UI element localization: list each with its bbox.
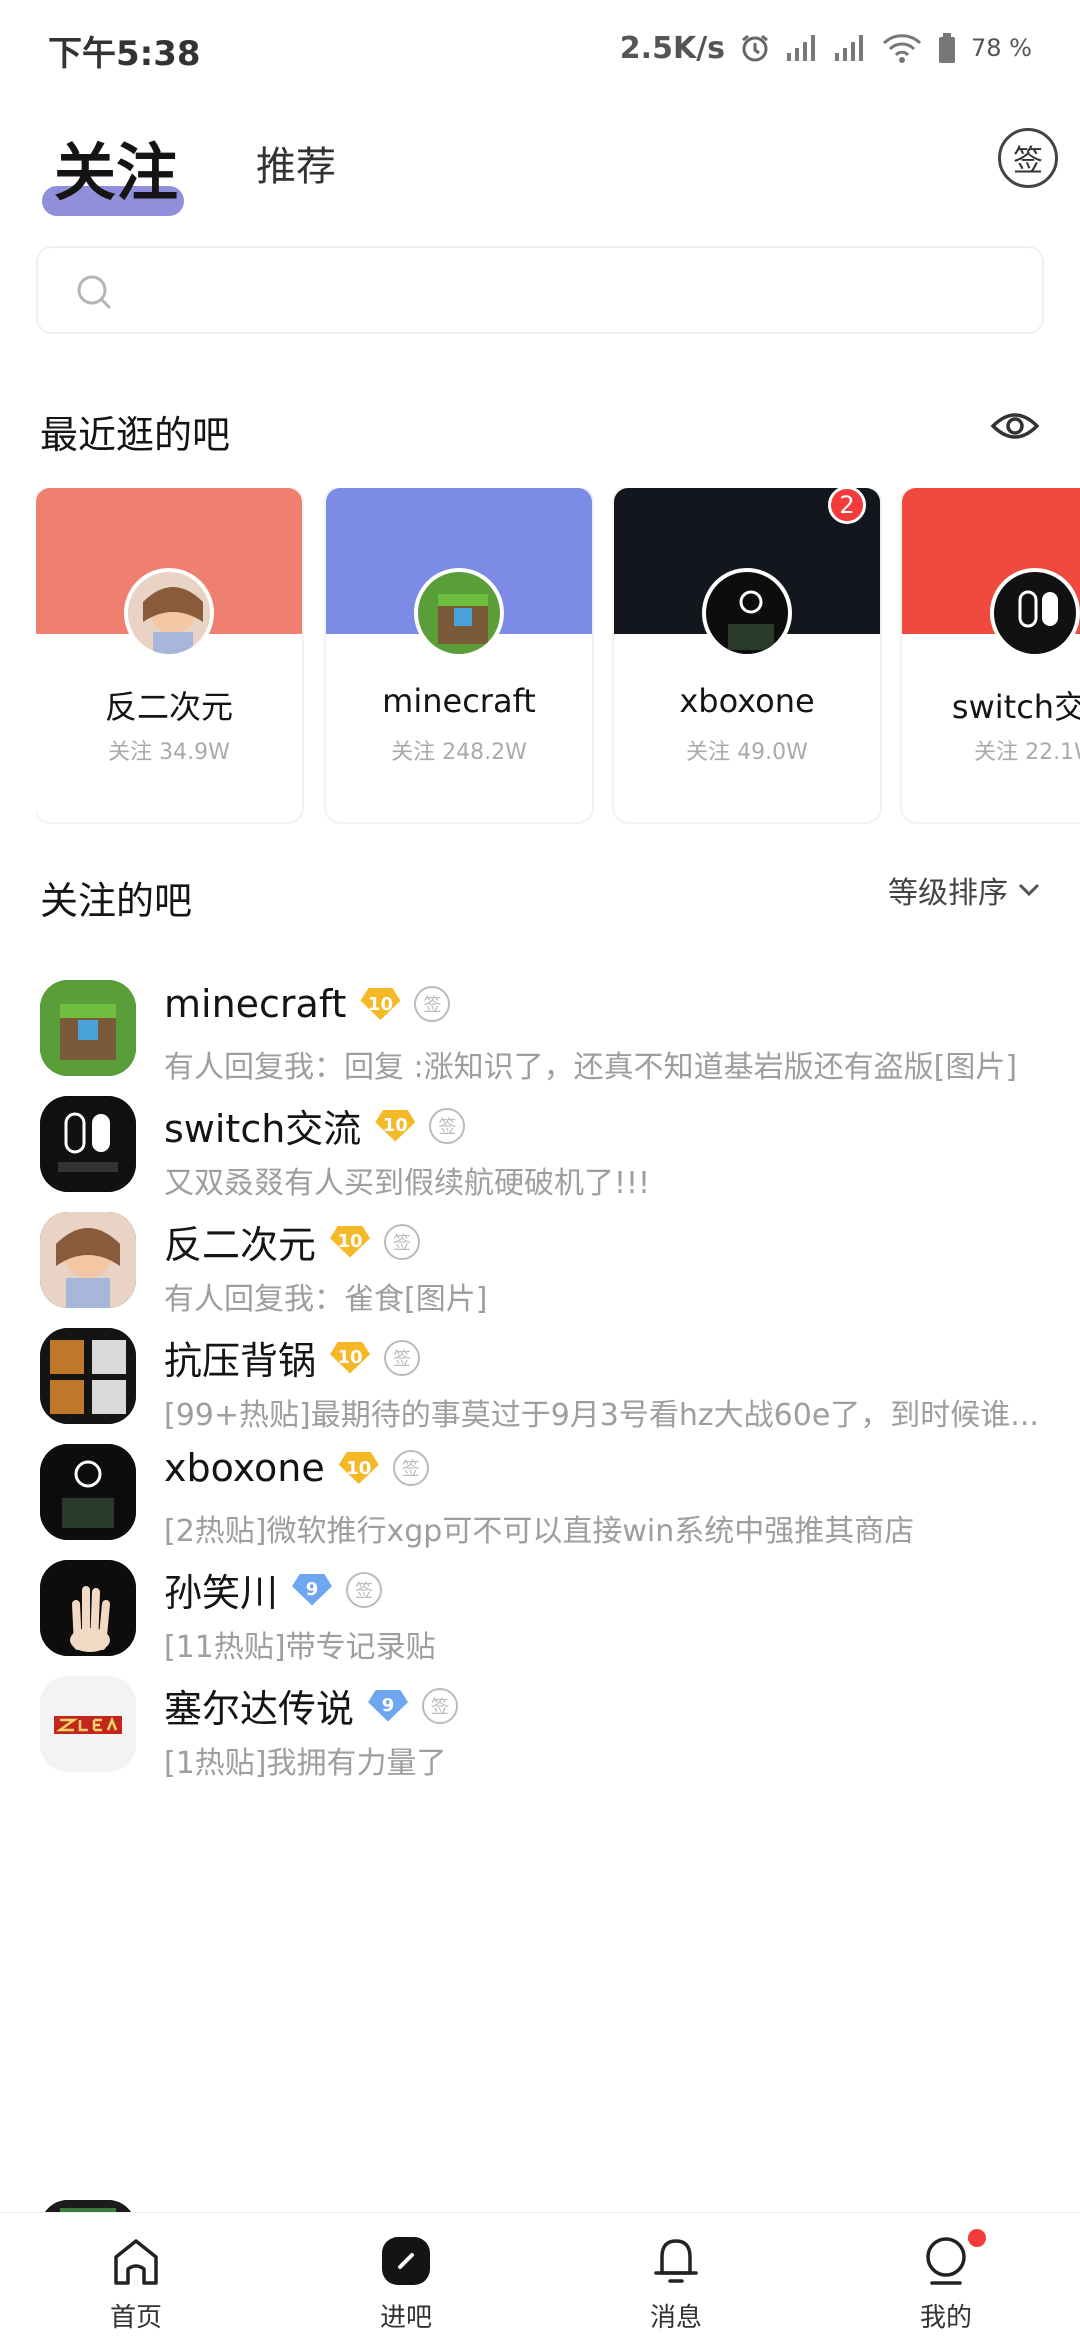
recent-card-xboxone[interactable]: 2 xboxone 关注 49.0W bbox=[614, 488, 880, 822]
status-icons: 2.5K/s 78 % bbox=[620, 24, 1032, 72]
recent-card-fanerciyuan[interactable]: 反二次元 关注 34.9W bbox=[36, 488, 302, 822]
avatar bbox=[40, 1212, 136, 1308]
sign-icon[interactable]: 签 bbox=[392, 1450, 429, 1486]
level-badge: 10 bbox=[375, 1109, 416, 1142]
forum-name: 反二次元 bbox=[164, 1223, 317, 1267]
level-badge: 10 bbox=[330, 1341, 371, 1374]
search-icon bbox=[77, 275, 111, 309]
forum-name: switch交流 bbox=[164, 1107, 362, 1151]
notification-dot bbox=[968, 2229, 986, 2247]
nav-mine-label: 我的 bbox=[919, 2303, 972, 2333]
bottom-nav: 首页 进吧 消息 我的 bbox=[0, 2212, 1080, 2340]
profile-icon bbox=[926, 2237, 966, 2285]
recent-card-followers: 关注 248.2W bbox=[391, 740, 527, 765]
avatar bbox=[40, 1560, 136, 1656]
tab-recommend[interactable]: 推荐 bbox=[256, 134, 336, 192]
forum-name: 孙笑川 bbox=[164, 1571, 279, 1615]
avatar bbox=[40, 1444, 136, 1540]
forum-name-row: switch交流 10 签 bbox=[164, 1098, 466, 1153]
sign-in-button[interactable]: 签 bbox=[998, 128, 1058, 188]
status-bar: 下午5:38 2.5K/s 78 % bbox=[0, 0, 1080, 96]
battery-percent: 78 % bbox=[971, 34, 1032, 62]
avatar bbox=[40, 1676, 136, 1772]
recent-card-name: 反二次元 bbox=[104, 688, 233, 726]
chevron-down-icon bbox=[1018, 883, 1040, 897]
nav-enter-label: 进吧 bbox=[379, 2303, 432, 2333]
nav-home[interactable]: 首页 bbox=[56, 2213, 216, 2340]
sign-icon[interactable]: 签 bbox=[384, 1339, 421, 1376]
avatar bbox=[990, 568, 1080, 658]
battery-icon bbox=[939, 33, 956, 63]
avatar bbox=[124, 568, 214, 658]
nav-messages[interactable]: 消息 bbox=[596, 2213, 756, 2340]
recent-card-followers: 关注 22.1W bbox=[974, 740, 1080, 765]
avatar bbox=[414, 568, 504, 658]
sort-label: 等级排序 bbox=[888, 876, 1008, 911]
sign-icon[interactable]: 签 bbox=[422, 1687, 459, 1724]
level-badge: 10 bbox=[330, 1225, 371, 1258]
signal-icon bbox=[787, 35, 816, 61]
eye-icon[interactable] bbox=[990, 406, 1040, 446]
forum-name: minecraft bbox=[164, 982, 347, 1026]
sign-icon[interactable]: 签 bbox=[384, 1223, 421, 1260]
forum-name-row: xboxone 10 签 bbox=[164, 1446, 429, 1490]
forum-name-row: 抗压背锅 10 签 bbox=[164, 1330, 421, 1385]
recent-card-switch[interactable]: switch交流 关注 22.1W bbox=[902, 488, 1080, 822]
followed-section-title: 关注的吧 bbox=[40, 879, 193, 923]
forum-latest-post: [1热贴]我拥有力量了 bbox=[164, 1746, 447, 1781]
search-input[interactable] bbox=[36, 246, 1044, 334]
forum-name: 抗压背锅 bbox=[164, 1339, 317, 1383]
forum-name: xboxone bbox=[164, 1446, 325, 1490]
forum-item-zelda[interactable]: 塞尔达传说 9 签 [1热贴]我拥有力量了 bbox=[0, 1656, 1080, 1830]
recent-card-minecraft[interactable]: minecraft 关注 248.2W bbox=[326, 488, 592, 822]
home-icon bbox=[114, 2239, 158, 2285]
status-time: 下午5:38 bbox=[48, 34, 201, 74]
sign-icon[interactable]: 签 bbox=[346, 1571, 383, 1608]
level-badge: 9 bbox=[292, 1573, 333, 1606]
recent-card-name: xboxone bbox=[679, 682, 815, 720]
wifi-icon bbox=[882, 34, 922, 63]
forum-name-row: 孙笑川 9 签 bbox=[164, 1562, 383, 1617]
bell-icon bbox=[654, 2239, 698, 2283]
sort-dropdown[interactable]: 等级排序 bbox=[888, 868, 1040, 912]
avatar bbox=[40, 980, 136, 1076]
avatar bbox=[40, 1328, 136, 1424]
recent-section-title: 最近逛的吧 bbox=[40, 413, 231, 457]
tab-following-label: 关注 bbox=[54, 136, 179, 209]
top-tabs: 关注 推荐 签 bbox=[0, 110, 1080, 220]
level-badge: 10 bbox=[338, 1452, 379, 1484]
recent-card-followers: 关注 34.9W bbox=[108, 740, 230, 765]
recent-forums-row: 反二次元 关注 34.9W minecraft 关注 248.2W 2 xbox… bbox=[36, 488, 1080, 824]
forum-name-row: 塞尔达传说 9 签 bbox=[164, 1678, 459, 1733]
tab-following[interactable]: 关注 bbox=[42, 122, 184, 222]
signal-icon-2 bbox=[835, 35, 864, 61]
forum-name-row: 反二次元 10 签 bbox=[164, 1214, 421, 1269]
recent-card-name: switch交流 bbox=[951, 688, 1080, 726]
alarm-icon bbox=[742, 34, 768, 62]
network-speed: 2.5K/s bbox=[619, 30, 726, 66]
recent-card-name: minecraft bbox=[382, 682, 536, 720]
sign-icon[interactable]: 签 bbox=[429, 1107, 466, 1144]
avatar bbox=[702, 568, 792, 658]
avatar bbox=[40, 1096, 136, 1192]
sign-icon[interactable]: 签 bbox=[414, 986, 451, 1022]
recent-card-followers: 关注 49.0W bbox=[686, 740, 808, 765]
level-badge: 9 bbox=[368, 1689, 409, 1722]
nav-enter-forum[interactable]: 进吧 bbox=[326, 2213, 486, 2340]
level-badge: 10 bbox=[360, 988, 401, 1020]
forum-name-row: minecraft 10 签 bbox=[164, 982, 451, 1026]
nav-home-label: 首页 bbox=[109, 2303, 162, 2333]
forum-name: 塞尔达传说 bbox=[164, 1687, 355, 1731]
nav-mine[interactable]: 我的 bbox=[866, 2213, 1026, 2340]
nav-messages-label: 消息 bbox=[649, 2303, 702, 2333]
enter-forum-icon bbox=[382, 2237, 430, 2285]
